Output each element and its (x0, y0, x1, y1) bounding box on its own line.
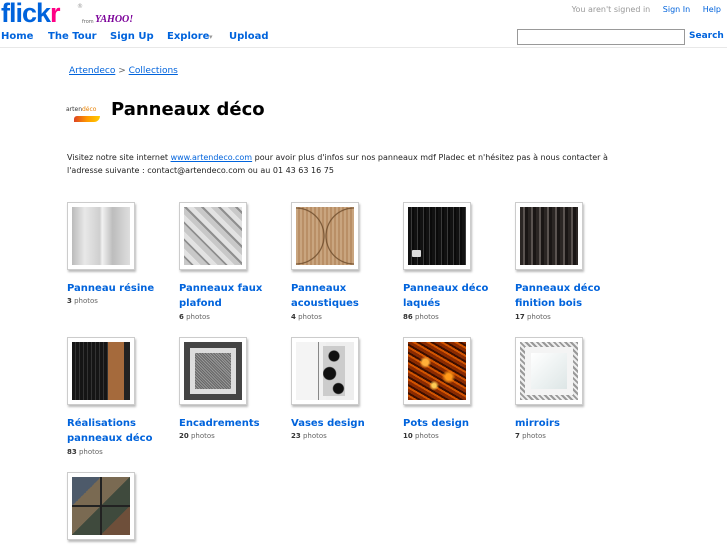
set-title[interactable]: Réalisations panneaux déco (67, 416, 177, 446)
set-photo-count: 20 photos (179, 432, 215, 440)
top-bar: flickr ® from YAHOO! You aren't signed i… (0, 0, 727, 48)
set-photo-count: 23 photos (291, 432, 327, 440)
header-divider (0, 47, 727, 48)
nav-home[interactable]: Home (1, 31, 33, 42)
nav-sign-up[interactable]: Sign Up (110, 31, 154, 42)
set-thumbnail[interactable] (179, 202, 247, 270)
set-title[interactable]: mirroirs (515, 416, 625, 431)
website-link[interactable]: www.artendeco.com (171, 153, 253, 162)
set-photo-count: 86 photos (403, 313, 439, 321)
set-thumbnail[interactable] (67, 337, 135, 405)
account-links: You aren't signed in Sign In Help (562, 5, 721, 14)
set-thumbnail[interactable] (67, 472, 135, 540)
set-photo-count: 3 photos (67, 297, 98, 305)
buddy-logo-swoosh (74, 116, 100, 122)
set-thumbnail[interactable] (403, 337, 471, 405)
set-title[interactable]: Panneaux déco finition bois (515, 281, 625, 311)
explore-dropdown-icon[interactable]: ▾ (209, 33, 213, 41)
buddy-logo-text-a: arten (66, 106, 82, 113)
set-photo-count: 6 photos (179, 313, 210, 321)
yahoo-logo: YAHOO! (95, 14, 134, 25)
nav-upload[interactable]: Upload (229, 31, 268, 42)
set-photo-count: 7 photos (515, 432, 546, 440)
breadcrumb: Artendeco > Collections (69, 66, 178, 76)
nav-explore[interactable]: Explore (167, 31, 209, 42)
set-title[interactable]: Panneau résine (67, 281, 177, 296)
set-title[interactable]: Encadrements (179, 416, 289, 431)
set-thumbnail[interactable] (515, 337, 583, 405)
collection-description: Visitez notre site internet www.artendec… (67, 151, 627, 177)
logo-from-text: from (82, 19, 94, 25)
set-photo-count: 17 photos (515, 313, 551, 321)
set-thumbnail[interactable] (291, 202, 359, 270)
logo-r: r (50, 0, 60, 28)
set-title[interactable]: Panneaux faux plafond (179, 281, 289, 311)
set-title[interactable]: Pots design (403, 416, 513, 431)
sign-in-link[interactable]: Sign In (663, 5, 690, 14)
set-thumbnail[interactable] (67, 202, 135, 270)
set-photo-count: 4 photos (291, 313, 322, 321)
not-signed-in-text: You aren't signed in (571, 5, 651, 14)
desc-text-before: Visitez notre site internet (67, 153, 171, 162)
buddy-logo-text-b: déco (82, 106, 97, 113)
search-input[interactable] (517, 29, 685, 45)
set-title[interactable]: Panneaux déco laqués (403, 281, 513, 311)
breadcrumb-separator: > (118, 66, 126, 76)
set-title[interactable]: Vases design (291, 416, 401, 431)
breadcrumb-owner-link[interactable]: Artendeco (69, 66, 115, 76)
set-thumbnail[interactable] (291, 337, 359, 405)
logo-flick: flick (1, 0, 51, 28)
set-title[interactable]: Panneaux acoustiques (291, 281, 401, 311)
nav-the-tour[interactable]: The Tour (48, 31, 97, 42)
owner-buddy-icon[interactable]: artendéco (66, 104, 104, 126)
set-photo-count: 83 photos (67, 448, 103, 456)
set-thumbnail[interactable] (403, 202, 471, 270)
search-button[interactable]: Search (689, 31, 724, 41)
registered-mark: ® (77, 3, 83, 10)
set-thumbnail[interactable] (515, 202, 583, 270)
page-title: Panneaux déco (111, 99, 265, 120)
breadcrumb-collections-link[interactable]: Collections (129, 66, 178, 76)
help-link[interactable]: Help (703, 5, 721, 14)
set-thumbnail[interactable] (179, 337, 247, 405)
note-icon (412, 250, 421, 257)
set-photo-count: 10 photos (403, 432, 439, 440)
